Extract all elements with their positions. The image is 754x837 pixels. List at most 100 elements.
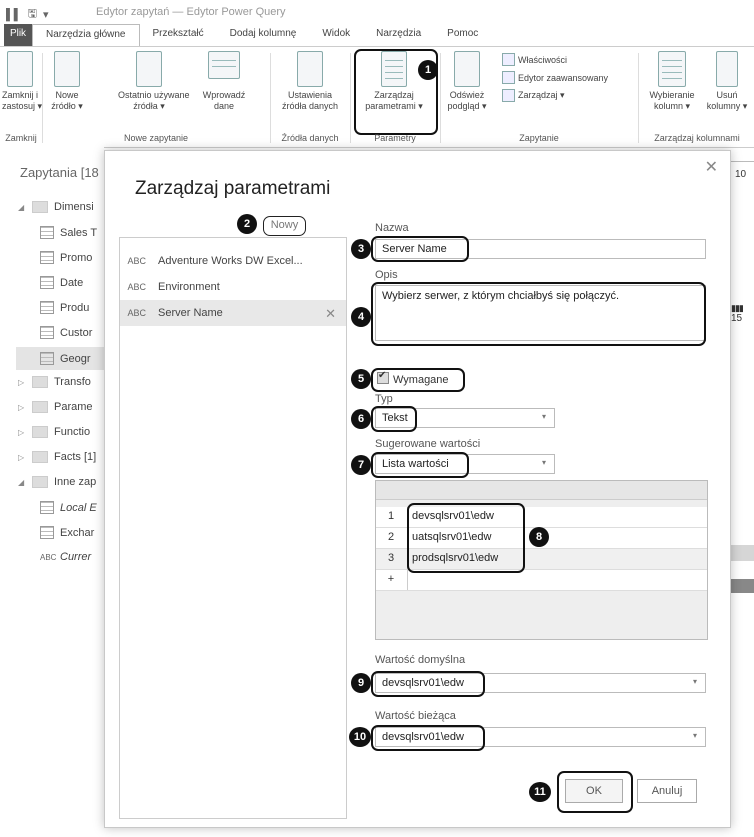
enter-data-button[interactable]: Wprowadź dane (200, 51, 248, 112)
divider (270, 53, 271, 143)
divider (638, 53, 639, 143)
properties-button[interactable]: Właściwości (502, 53, 567, 66)
parameter-list: ABC Adventure Works DW Excel... ABC Envi… (119, 237, 347, 819)
folder-icon (32, 426, 48, 438)
table-icon (40, 251, 54, 264)
grid-header (376, 481, 707, 500)
tab-file[interactable]: Plik (4, 24, 32, 46)
parameter-item-selected[interactable]: ABC Server Name ✕ (120, 300, 346, 326)
window-title: Edytor zapytań — Edytor Power Query (96, 6, 286, 18)
tab-add-column[interactable]: Dodaj kolumnę (217, 24, 310, 46)
chevron-down-icon: ▾ (692, 731, 697, 740)
cancel-button[interactable]: Anuluj (637, 779, 697, 803)
divider (407, 570, 408, 590)
callout-2: 2 (237, 214, 257, 234)
query-item[interactable]: Local E (40, 501, 97, 514)
collapsed-icon: ▷ (18, 427, 25, 437)
tab-transform[interactable]: Przekształć (140, 24, 217, 46)
parameter-item[interactable]: ABC Environment (120, 274, 346, 300)
data-source-settings-button[interactable]: Ustawienia źródła danych (278, 51, 342, 112)
refresh-preview-button[interactable]: Odśwież podgląd ▾ (442, 51, 492, 112)
save-icon[interactable]: 🖫 (28, 5, 37, 24)
divider (42, 53, 43, 143)
query-item[interactable]: Promo (40, 251, 92, 264)
delete-icon[interactable]: ✕ (325, 306, 336, 322)
type-label: Typ (375, 393, 393, 405)
tab-help[interactable]: Pomoc (434, 24, 491, 46)
manage-button[interactable]: Zarządzaj ▾ (502, 89, 565, 102)
highlight-ok (557, 771, 633, 813)
tab-tools[interactable]: Narzędzia (363, 24, 434, 46)
callout-9: 9 (351, 673, 371, 693)
new-parameter-button[interactable]: Nowy (263, 216, 306, 236)
table-icon (40, 352, 54, 365)
collapsed-icon: ▷ (18, 402, 25, 412)
query-folder-dimensions[interactable]: ◢ Dimensi (18, 201, 94, 213)
collapsed-icon: ▷ (18, 377, 25, 387)
table-icon (40, 226, 54, 239)
callout-8: 8 (529, 527, 549, 547)
chevron-down-icon[interactable]: ▾ (43, 8, 49, 21)
ribbon-tabs: Plik Narzędzia główne Przekształć Dodaj … (0, 24, 754, 47)
folder-icon (32, 451, 48, 463)
query-folder[interactable]: ▷ Transfo (18, 376, 91, 388)
description-label: Opis (375, 269, 398, 281)
parameter-item[interactable]: ABC Adventure Works DW Excel... (120, 248, 346, 274)
highlight-current (371, 725, 485, 751)
query-item[interactable]: Produ (40, 301, 89, 314)
recent-sources-button[interactable]: Ostatnio używane źródła ▾ (118, 51, 190, 112)
choose-columns-button[interactable]: Wybieranie kolumn ▾ (642, 51, 702, 112)
query-folder[interactable]: ▷ Facts [1] (18, 451, 96, 463)
expand-icon: ◢ (18, 202, 25, 212)
highlight-required (371, 368, 465, 392)
manage-parameters-dialog: Zarządzaj parametrami ✕ Nowy 2 ABC Adven… (104, 150, 731, 828)
tab-view[interactable]: Widok (309, 24, 363, 46)
ribbon: Zamknij i zastosuj ▾ Nowe źródło ▾ Ostat… (0, 46, 754, 148)
properties-icon (502, 53, 515, 66)
tab-home[interactable]: Narzędzia główne (32, 24, 140, 47)
group-label-query: Zapytanie (519, 133, 559, 143)
local-table-icon (40, 501, 54, 514)
callout-1: 1 (418, 60, 438, 80)
preview-edge: 10 ▮▮▮ 15 (729, 147, 754, 837)
table-icon (40, 526, 54, 539)
remove-columns-button[interactable]: Usuń kolumny ▾ (702, 51, 752, 112)
query-item[interactable]: Sales T (40, 226, 97, 239)
default-value-label: Wartość domyślna (375, 654, 466, 666)
selected-row (729, 545, 754, 561)
folder-icon (32, 401, 48, 413)
query-item[interactable]: Custor (40, 326, 92, 339)
text-param-icon: ABC (40, 552, 57, 562)
gear-document-icon (297, 51, 323, 87)
query-item[interactable]: ABC Currer (40, 551, 91, 563)
queries-pane: Zapytania [18 ◢ Dimensi Sales T Promo Dat… (0, 147, 120, 837)
query-item[interactable]: Exchar (40, 526, 94, 539)
folder-icon (32, 201, 48, 213)
advanced-editor-button[interactable]: Edytor zaawansowany (502, 71, 608, 84)
close-icon[interactable]: ✕ (705, 157, 718, 177)
close-apply-button[interactable]: Zamknij i zastosuj ▾ (2, 51, 42, 112)
suggested-values-label: Sugerowane wartości (375, 438, 481, 450)
title-bar: ▌▌ 🖫 ▾ Edytor zapytań — Edytor Power Que… (0, 0, 754, 24)
query-folder[interactable]: ◢ Inne zap (18, 476, 96, 488)
highlight-name (371, 236, 469, 262)
query-folder[interactable]: ▷ Parame (18, 401, 93, 413)
grid-add-row[interactable]: + (376, 570, 707, 591)
callout-10: 10 (349, 727, 371, 747)
group-label-new-query: Nowe zapytanie (123, 133, 189, 143)
query-folder[interactable]: ▷ Functio (18, 426, 90, 438)
callout-5: 5 (351, 369, 371, 389)
app-icon: ▌▌ (6, 8, 22, 21)
highlight-description (371, 282, 706, 346)
group-label-manage-columns: Zarządzaj kolumnami (654, 133, 740, 143)
text-type-icon: ABC (127, 308, 146, 318)
scrollbar[interactable] (729, 579, 754, 593)
chevron-down-icon: ▾ (692, 677, 697, 686)
query-item[interactable]: Date (40, 276, 83, 289)
highlight-type (371, 406, 417, 432)
remove-columns-icon (716, 51, 738, 87)
callout-4: 4 (351, 307, 371, 327)
new-source-button[interactable]: Nowe źródło ▾ (46, 51, 88, 112)
folder-icon (32, 376, 48, 388)
dialog-title: Zarządzaj parametrami (135, 178, 331, 199)
